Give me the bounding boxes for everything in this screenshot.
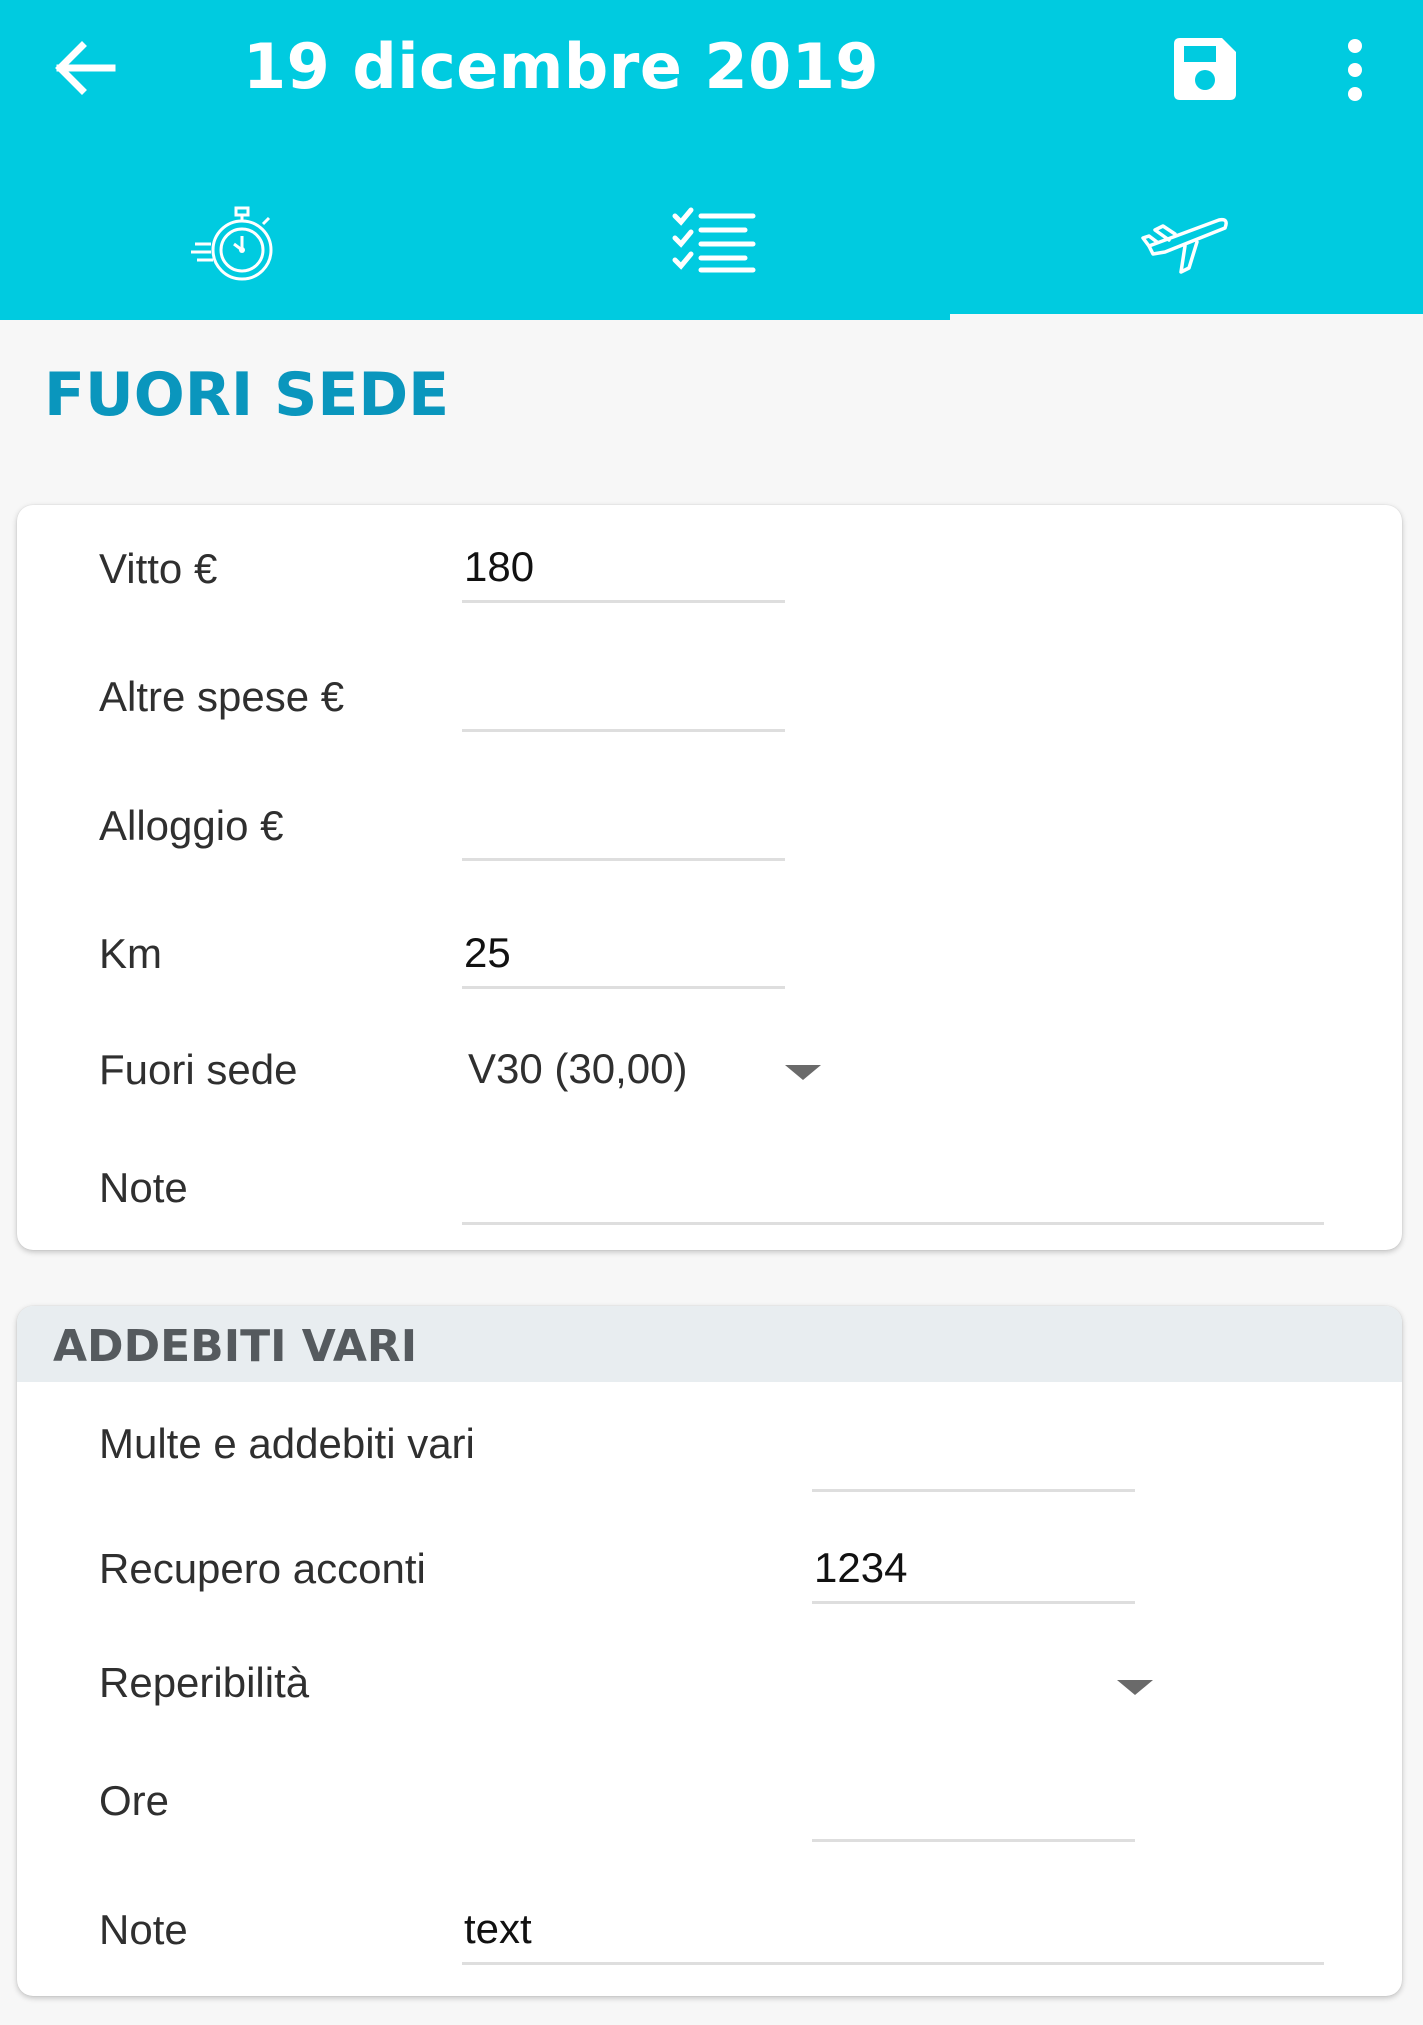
recupero-acconti-value: 1234 [814, 1544, 908, 1591]
km-underline [462, 986, 785, 989]
fuori-sede-selected-value: V30 (30,00) [468, 1045, 688, 1092]
alloggio-label: Alloggio € [99, 802, 284, 849]
ore-underline [812, 1839, 1135, 1842]
tab-travel[interactable] [948, 180, 1422, 320]
multe-underline [812, 1489, 1135, 1492]
altre-spese-label: Altre spese € [99, 673, 345, 720]
ore-input[interactable] [812, 1780, 1135, 1842]
vitto-value: 180 [464, 543, 535, 590]
more-vertical-icon [1348, 39, 1362, 101]
more-options-button[interactable] [1330, 36, 1380, 104]
tab-bar [0, 180, 1423, 320]
reperibilita-select[interactable] [812, 1656, 1162, 1712]
arrow-left-icon [55, 41, 116, 95]
page-title: 19 dicembre 2019 [243, 30, 880, 103]
recupero-acconti-input[interactable]: 1234 [812, 1542, 1135, 1604]
altre-spese-input[interactable] [462, 670, 785, 732]
note-underline [462, 1222, 1324, 1225]
section-title: FUORI SEDE [44, 360, 450, 430]
fuori-sede-label: Fuori sede [99, 1046, 298, 1093]
app-bar: 19 dicembre 2019 [0, 0, 1423, 320]
vitto-underline [462, 600, 785, 603]
reperibilita-label: Reperibilità [99, 1659, 310, 1706]
chevron-down-icon [1117, 1680, 1153, 1695]
multe-input[interactable] [812, 1430, 1135, 1492]
addebiti-note-underline [462, 1962, 1324, 1965]
tab-checklist[interactable] [474, 180, 948, 320]
addebiti-vari-title: ADDEBITI VARI [53, 1321, 418, 1372]
km-value: 25 [464, 929, 511, 976]
alloggio-input[interactable] [462, 799, 785, 861]
km-label: Km [99, 930, 162, 977]
vitto-input[interactable]: 180 [462, 541, 785, 603]
note-label: Note [99, 1164, 188, 1211]
fuori-sede-card: Vitto € 180 Altre spese € Alloggio € Km … [17, 505, 1402, 1250]
km-input[interactable]: 25 [462, 927, 785, 989]
ore-label: Ore [99, 1777, 170, 1824]
tab-timer[interactable] [0, 180, 474, 320]
addebiti-note-value: text [464, 1905, 532, 1952]
addebiti-vari-header: ADDEBITI VARI [17, 1306, 1402, 1382]
note-input[interactable] [462, 1163, 1324, 1225]
altre-spese-underline [462, 729, 785, 732]
tab-selection-indicator [950, 314, 1423, 320]
floppy-disk-icon [1174, 38, 1236, 100]
multe-label: Multe e addebiti vari [99, 1420, 475, 1467]
back-button[interactable] [50, 36, 122, 100]
checklist-icon [672, 207, 756, 273]
recupero-acconti-underline [812, 1601, 1135, 1604]
addebiti-note-input[interactable]: text [462, 1903, 1324, 1965]
stopwatch-icon [191, 206, 273, 281]
addebiti-vari-card: ADDEBITI VARI Multe e addebiti vari Recu… [17, 1306, 1402, 1996]
fuori-sede-select[interactable]: V30 (30,00) [462, 1043, 852, 1099]
chevron-down-icon [785, 1065, 821, 1080]
save-button[interactable] [1170, 34, 1240, 104]
vitto-label: Vitto € [99, 545, 218, 592]
airplane-icon [1141, 217, 1228, 274]
addebiti-note-label: Note [99, 1906, 188, 1953]
recupero-acconti-label: Recupero acconti [99, 1545, 426, 1592]
alloggio-underline [462, 858, 785, 861]
